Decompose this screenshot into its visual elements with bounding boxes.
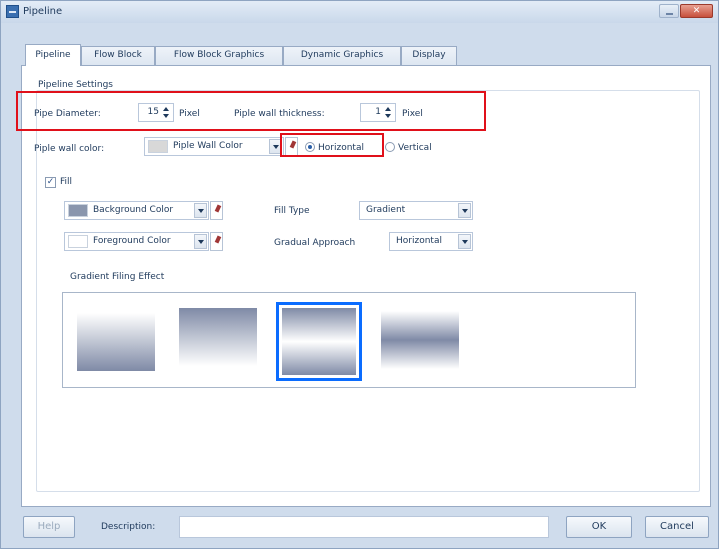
- gradient-option-2[interactable]: [179, 308, 257, 366]
- minimize-button[interactable]: [659, 4, 679, 18]
- fill-type-value: Gradient: [366, 205, 406, 215]
- tab-pipeline[interactable]: Pipeline: [25, 44, 81, 66]
- gradient-option-4[interactable]: [381, 311, 459, 369]
- dialog-footer: Help Description: OK Cancel: [21, 507, 711, 547]
- app-icon: [6, 5, 19, 18]
- pipeline-settings-label: Pipeline Settings: [38, 80, 113, 90]
- title-bar: Pipeline ✕: [1, 1, 718, 23]
- foreground-color-swatch: [68, 235, 88, 248]
- tab-flow-block-graphics[interactable]: Flow Block Graphics: [155, 46, 283, 65]
- vertical-radio[interactable]: [385, 142, 395, 152]
- cancel-button[interactable]: Cancel: [645, 516, 709, 538]
- highlight-box: [16, 91, 486, 131]
- foreground-color-label: Foreground Color: [93, 236, 171, 246]
- description-input[interactable]: [179, 516, 549, 538]
- background-color-label: Background Color: [93, 205, 174, 215]
- pipeline-dialog: Pipeline ✕ Pipeline Flow Block Flow Bloc…: [0, 0, 719, 549]
- wall-color-dropdown[interactable]: Piple Wall Color: [144, 137, 284, 156]
- chevron-down-icon[interactable]: [458, 234, 471, 249]
- gradual-approach-value: Horizontal: [396, 236, 442, 246]
- gradient-option-3-selected[interactable]: [276, 302, 362, 381]
- tab-panel-pipeline: Pipeline Settings Pipe Diameter: 15 Pixe…: [16, 65, 711, 507]
- background-color-dropdown[interactable]: Background Color: [64, 201, 209, 220]
- help-button[interactable]: Help: [23, 516, 75, 538]
- fill-type-label: Fill Type: [274, 206, 310, 216]
- tab-display[interactable]: Display: [401, 46, 457, 65]
- fill-checkbox[interactable]: ✓: [45, 177, 56, 188]
- gradient-option-1[interactable]: [77, 313, 155, 371]
- vertical-radio-label[interactable]: Vertical: [398, 143, 432, 153]
- highlight-box: [280, 133, 384, 157]
- gradual-approach-dropdown[interactable]: Horizontal: [389, 232, 473, 251]
- foreground-color-dropdown[interactable]: Foreground Color: [64, 232, 209, 251]
- ok-button[interactable]: OK: [566, 516, 632, 538]
- window-title: Pipeline: [23, 6, 63, 17]
- tab-dynamic-graphics[interactable]: Dynamic Graphics: [283, 46, 401, 65]
- wall-color-label: Piple wall color:: [34, 144, 105, 154]
- chevron-down-icon[interactable]: [194, 203, 207, 218]
- description-label: Description:: [101, 522, 156, 532]
- gradual-approach-label: Gradual Approach: [274, 238, 356, 248]
- color-picker-icon[interactable]: [210, 201, 223, 220]
- wall-color-value: Piple Wall Color: [173, 141, 243, 151]
- color-picker-icon[interactable]: [210, 232, 223, 251]
- chevron-down-icon[interactable]: [194, 234, 207, 249]
- tab-flow-block[interactable]: Flow Block: [81, 46, 155, 65]
- gradient-effect-gallery: [62, 292, 636, 388]
- fill-type-dropdown[interactable]: Gradient: [359, 201, 473, 220]
- wall-color-swatch: [148, 140, 168, 153]
- close-button[interactable]: ✕: [680, 4, 713, 18]
- background-color-swatch: [68, 204, 88, 217]
- fill-checkbox-label[interactable]: Fill: [60, 177, 72, 187]
- gradient-effect-label: Gradient Filing Effect: [70, 272, 165, 282]
- chevron-down-icon[interactable]: [458, 203, 471, 218]
